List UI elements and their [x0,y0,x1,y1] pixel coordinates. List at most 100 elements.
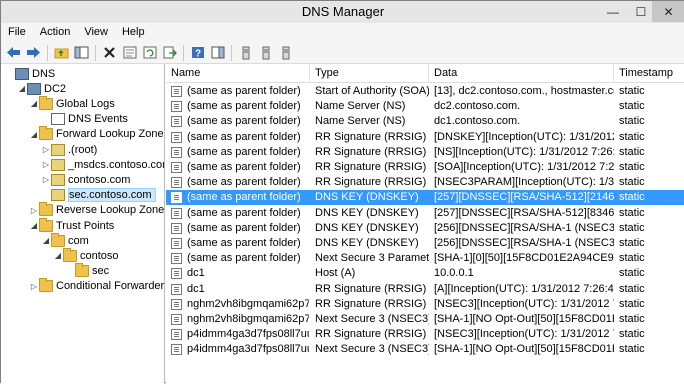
expand-arrow-icon[interactable]: ▷ [41,160,51,169]
tree-node[interactable]: ◢ Trust Points [29,217,114,233]
zone-icon [51,158,65,171]
column-header-type[interactable]: Type [310,64,429,83]
table-row[interactable]: (same as parent folder) Start of Authorit… [166,84,684,99]
table-row[interactable]: dc1 RR Signature (RRSIG) [A][Inception(UTC… [166,282,684,297]
tree-node-label: sec [92,265,110,278]
tree-node[interactable]: ▷ Conditional Forwarders [29,278,164,294]
menu-view[interactable]: View [77,23,115,42]
forward-icon[interactable] [25,44,42,61]
table-row[interactable]: dc1 Host (A) 10.0.0.1 static [166,266,684,281]
show-hide-console-tree-icon[interactable] [73,44,90,61]
tree-node[interactable]: DNS Events [41,112,128,127]
table-row[interactable]: (same as parent folder) DNS KEY (DNSKEY) [… [166,221,684,236]
minimize-button[interactable]: — [599,1,627,22]
tree-node[interactable]: ◢ DC2 [17,81,66,96]
expand-arrow-icon[interactable]: ▷ [41,145,51,154]
cell-ts: static [619,267,645,280]
table-row[interactable]: (same as parent folder) Name Server (NS) d… [166,114,684,129]
collapse-arrow-icon[interactable]: ◢ [17,84,27,93]
zone-icon[interactable] [277,44,294,61]
collapse-arrow-icon[interactable]: ◢ [29,99,39,108]
tree-node[interactable]: sec.contoso.com [41,188,156,203]
tree-node-label: DNS [32,67,56,80]
table-row[interactable]: nghm2vh8ibgmqami62p7g... RR Signature (RR… [166,297,684,312]
zone-icon [51,143,65,156]
expand-arrow-icon[interactable]: ▷ [29,206,39,215]
table-row[interactable]: (same as parent folder) DNS KEY (DNSKEY) [… [166,206,684,221]
column-header-data[interactable]: Data [429,64,614,83]
cell-data: [SOA][Inception(UTC): 1/31/2012 7:26:4..… [434,161,614,173]
cell-ts: static [619,130,645,143]
close-button[interactable]: ✕ [652,1,684,22]
maximize-button[interactable]: ☐ [627,1,655,22]
cell-data: [NSEC3][Inception(UTC): 1/31/2012 7:... [434,297,614,310]
refresh-icon[interactable] [141,44,158,61]
tree-node-label: _msdcs.contoso.com [68,158,165,171]
tree-node[interactable]: ▷ contoso.com [41,172,130,187]
toolbar-separator [183,44,184,61]
delete-icon[interactable] [101,44,118,61]
tree-node[interactable]: ▷ .(root) [41,142,97,157]
cell-ts: static [619,282,645,295]
table-row[interactable]: (same as parent folder) RR Signature (RRS… [166,175,684,190]
tree-node[interactable]: ▷ Reverse Lookup Zones [29,202,164,218]
table-row[interactable]: p4idmm4ga3d7fps08ll7uu7... RR Signature (… [166,327,684,342]
collapse-arrow-icon[interactable]: ◢ [41,236,51,245]
table-row[interactable]: (same as parent folder) RR Signature (RRS… [166,160,684,175]
toolbar-separator [95,44,96,61]
tree-node[interactable]: ◢ Global Logs [29,95,115,111]
table-row[interactable]: (same as parent folder) RR Signature (RRS… [166,130,684,145]
dns-record-icon [171,162,182,173]
tree-node[interactable]: sec [65,263,110,279]
table-row[interactable]: (same as parent folder) RR Signature (RRS… [166,145,684,160]
record-icon[interactable] [257,44,274,61]
tree-node[interactable]: ◢ Forward Lookup Zones [29,126,164,142]
collapse-arrow-icon[interactable]: ◢ [53,251,63,260]
server-icon[interactable] [237,44,254,61]
dns-record-icon [171,177,182,189]
table-row[interactable]: (same as parent folder) DNS KEY (DNSKEY) [… [166,190,684,206]
tree-node[interactable]: ◢ contoso [53,247,119,263]
dns-record-icon [171,192,182,204]
back-icon[interactable] [5,44,22,61]
menu-action[interactable]: Action [33,23,78,42]
dns-record-icon [171,101,182,113]
cell-name: p4idmm4ga3d7fps08ll7uu7... [187,343,309,356]
cell-ts: static [619,161,645,173]
expand-arrow-icon[interactable]: ▷ [29,282,39,291]
cell-type: Name Server (NS) [315,100,406,113]
help-icon[interactable]: ? [189,44,206,61]
tree-node[interactable]: ▷ _msdcs.contoso.com [41,157,165,172]
cell-data: dc2.contoso.com. [434,100,521,113]
title-bar[interactable]: DNS Manager — ☐ ✕ [1,1,684,23]
collapse-arrow-icon[interactable]: ◢ [29,221,39,230]
cell-name: (same as parent folder) [187,206,301,219]
dns-record-icon [171,314,182,325]
expand-arrow-icon[interactable]: ▷ [41,175,51,184]
table-row[interactable]: (same as parent folder) Name Server (NS) d… [166,99,684,114]
properties-icon[interactable] [121,44,138,61]
cell-ts: static [619,100,645,113]
records-list[interactable]: Name Type Data Timestamp (same as parent… [166,64,684,384]
export-list-icon[interactable] [161,44,178,61]
table-row[interactable]: (same as parent folder) Next Secure 3 Par… [166,251,684,266]
console-tree[interactable]: DNS ◢ DC2 ◢ Global Logs DNS Events ◢ Forward Lo… [1,64,165,384]
cell-data: [SHA-1][NO Opt-Out][50][15F8CD01E2... [434,343,614,356]
up-folder-icon[interactable] [53,44,70,61]
action-pane-icon[interactable] [209,44,226,61]
event-log-icon [51,113,65,126]
cell-type: DNS KEY (DNSKEY) [315,221,419,234]
server-icon [15,67,29,80]
column-header-name[interactable]: Name [166,64,310,83]
tree-node[interactable]: DNS [5,66,55,81]
menu-file[interactable]: File [1,23,33,42]
table-row[interactable]: p4idmm4ga3d7fps08ll7uu7... Next Secure 3 … [166,342,684,357]
tree-node[interactable]: ◢ com [41,232,89,248]
collapse-arrow-icon[interactable]: ◢ [29,130,39,139]
column-header-timestamp[interactable]: Timestamp [614,64,684,83]
dns-record-icon [171,146,182,158]
table-row[interactable]: (same as parent folder) DNS KEY (DNSKEY) [… [166,236,684,251]
table-row[interactable]: nghm2vh8ibgmqami62p7g... Next Secure 3 (N… [166,312,684,327]
cell-name: (same as parent folder) [187,252,301,265]
menu-help[interactable]: Help [115,23,152,42]
